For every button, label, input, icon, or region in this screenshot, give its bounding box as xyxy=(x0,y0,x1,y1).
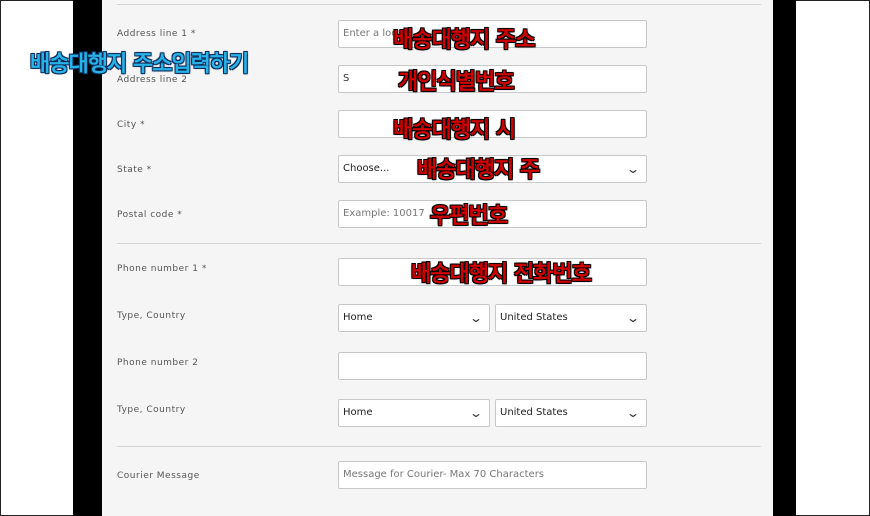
address-line1-label: Address line 1 * xyxy=(117,29,196,39)
city-label: City * xyxy=(117,120,146,130)
annotation-phone: 배송대행지 전화번호 xyxy=(411,262,592,287)
phone2-type-value: Home xyxy=(343,407,373,418)
annotation-personal-id: 개인식별번호 xyxy=(398,70,514,95)
phone2-country-select[interactable]: United States ⌄ xyxy=(495,399,647,427)
phone1-country-value: United States xyxy=(500,312,568,323)
chevron-down-icon: ⌄ xyxy=(625,406,641,420)
phone1-country-select[interactable]: United States ⌄ xyxy=(495,304,647,332)
phone2-type-select[interactable]: Home ⌄ xyxy=(338,399,490,427)
annotation-state: 배송대행지 주 xyxy=(417,158,540,183)
address-divider xyxy=(117,243,761,244)
courier-message-input[interactable]: Message for Courier- Max 70 Characters xyxy=(338,461,647,489)
annotation-postal: 우편번호 xyxy=(430,204,508,229)
annotation-title: 배송대행지 주소입력하기 xyxy=(30,52,249,77)
chevron-down-icon: ⌄ xyxy=(468,406,484,420)
top-divider xyxy=(117,4,761,5)
phone2-country-value: United States xyxy=(500,407,568,418)
phone1-label: Phone number 1 * xyxy=(117,264,207,274)
chevron-down-icon: ⌄ xyxy=(625,162,641,176)
annotation-city: 배송대행지 시 xyxy=(393,118,516,143)
type-country1-label: Type, Country xyxy=(117,311,186,321)
phone-divider xyxy=(117,446,761,447)
state-label: State * xyxy=(117,165,152,175)
type-country2-label: Type, Country xyxy=(117,405,186,415)
courier-message-label: Courier Message xyxy=(117,471,200,481)
phone1-type-select[interactable]: Home ⌄ xyxy=(338,304,490,332)
postal-code-label: Postal code * xyxy=(117,210,183,220)
right-black-bar xyxy=(773,0,796,516)
chevron-down-icon: ⌄ xyxy=(625,311,641,325)
phone1-type-value: Home xyxy=(343,312,373,323)
state-select-value: Choose... xyxy=(343,163,390,174)
annotation-address: 배송대행지 주소 xyxy=(393,28,535,53)
phone2-label: Phone number 2 xyxy=(117,358,199,368)
chevron-down-icon: ⌄ xyxy=(468,311,484,325)
phone2-input[interactable] xyxy=(338,352,647,380)
